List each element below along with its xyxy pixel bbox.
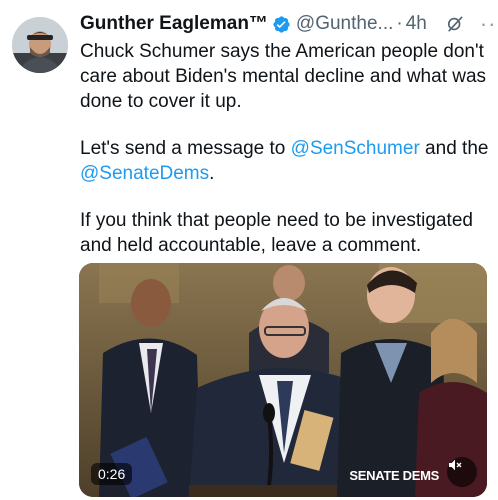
senate-dems-watermark: SENATE DEMS bbox=[349, 468, 439, 483]
author-handle[interactable]: @Gunthe... bbox=[296, 13, 393, 35]
tweet-paragraph-2: Let's send a message to @SenSchumer and … bbox=[80, 136, 490, 186]
tweet-text: Chuck Schumer says the American people d… bbox=[80, 39, 490, 258]
tweet-header: Gunther Eagleman™ @Gunthe... · 4h ··· bbox=[80, 10, 498, 38]
verified-badge-icon[interactable] bbox=[272, 15, 291, 34]
timestamp[interactable]: 4h bbox=[406, 13, 427, 35]
paragraph-2-middle: and the bbox=[419, 138, 489, 159]
mute-icon[interactable] bbox=[447, 457, 477, 487]
more-icon[interactable]: ··· bbox=[480, 13, 498, 35]
avatar-image bbox=[12, 17, 68, 73]
author-avatar[interactable] bbox=[12, 17, 68, 73]
separator-dot: · bbox=[396, 13, 403, 34]
grok-icon[interactable] bbox=[445, 14, 465, 34]
video-frame bbox=[79, 263, 487, 497]
paragraph-2-prefix: Let's send a message to bbox=[80, 138, 291, 159]
paragraph-2-suffix: . bbox=[209, 163, 215, 184]
mention-senatedems[interactable]: @SenateDems bbox=[80, 163, 209, 184]
tweet-paragraph-3: If you think that people need to be inve… bbox=[80, 210, 473, 256]
tweet-paragraph-1: Chuck Schumer says the American people d… bbox=[80, 41, 487, 112]
video-duration: 0:26 bbox=[91, 463, 133, 485]
mention-senschumer[interactable]: @SenSchumer bbox=[291, 138, 420, 159]
author-name[interactable]: Gunther Eagleman™ bbox=[80, 13, 268, 35]
video-player[interactable]: 0:26 SENATE DEMS bbox=[79, 263, 487, 497]
